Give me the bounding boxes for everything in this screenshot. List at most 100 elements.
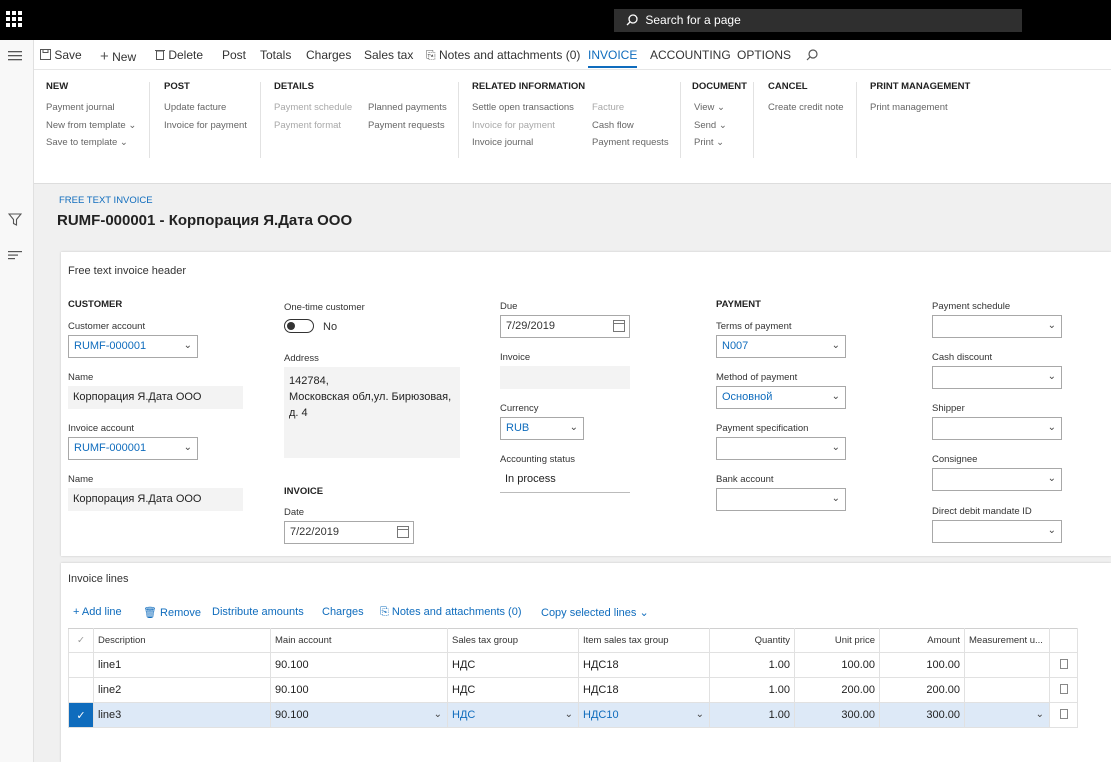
measurement-unit-cell[interactable]: ⌄ xyxy=(964,702,1050,728)
bank-account-field[interactable]: ⌄ xyxy=(716,488,846,511)
amount-cell[interactable]: 200.00 xyxy=(879,677,965,703)
search-box[interactable]: Search for a page xyxy=(614,9,1022,32)
column-header-description[interactable]: Description xyxy=(93,628,271,653)
document-icon[interactable] xyxy=(1049,677,1078,703)
payment-requests-item[interactable]: Payment requests xyxy=(368,120,445,131)
amount-cell[interactable]: 100.00 xyxy=(879,652,965,678)
direct-debit-mandate-field[interactable]: ⌄ xyxy=(932,520,1062,543)
chevron-down-icon[interactable]: ⌄ xyxy=(1036,709,1044,720)
sales-tax-button[interactable]: Sales tax xyxy=(364,48,413,62)
facture-item[interactable]: Facture xyxy=(592,102,624,113)
delete-button[interactable]: Delete xyxy=(155,48,203,62)
column-header-quantity[interactable]: Quantity xyxy=(709,628,795,653)
column-header-main-account[interactable]: Main account xyxy=(270,628,448,653)
update-facture-item[interactable]: Update facture xyxy=(164,102,226,113)
payment-format-item[interactable]: Payment format xyxy=(274,120,341,131)
payment-journal-item[interactable]: Payment journal xyxy=(46,102,115,113)
chevron-down-icon[interactable]: ⌄ xyxy=(184,340,192,351)
lines-card-title[interactable]: Invoice lines xyxy=(68,573,129,585)
charges-button[interactable]: Charges xyxy=(322,606,364,618)
print-dropdown[interactable]: Print ⌄ xyxy=(694,137,724,148)
add-line-button[interactable]: + Add line xyxy=(73,606,122,618)
amount-cell[interactable]: 300.00 xyxy=(879,702,965,728)
chevron-down-icon[interactable]: ⌄ xyxy=(565,709,573,720)
payment-schedule-field[interactable]: ⌄ xyxy=(932,315,1062,338)
chevron-down-icon[interactable]: ⌄ xyxy=(1048,473,1056,484)
tab-invoice[interactable]: INVOICE xyxy=(588,48,638,68)
quantity-cell[interactable]: 1.00 xyxy=(709,677,795,703)
settle-open-transactions-item[interactable]: Settle open transactions xyxy=(472,102,574,113)
new-from-template-item[interactable]: New from template ⌄ xyxy=(46,120,136,131)
invoice-for-payment-related-item[interactable]: Invoice for payment xyxy=(472,120,555,131)
main-account-cell[interactable]: 90.100 xyxy=(270,652,448,678)
charges-button[interactable]: Charges xyxy=(306,48,351,62)
table-row[interactable]: line1 90.100 НДС НДС18 1.00 100.00 100.0… xyxy=(68,652,1078,678)
copy-selected-lines-dropdown[interactable]: Copy selected lines ⌄ xyxy=(541,606,649,619)
chevron-down-icon[interactable]: ⌄ xyxy=(1048,422,1056,433)
payment-schedule-item[interactable]: Payment schedule xyxy=(274,102,352,113)
post-button[interactable]: Post xyxy=(222,48,246,62)
select-all-checkbox[interactable]: ✓ xyxy=(68,628,94,653)
hamburger-menu-icon[interactable] xyxy=(8,50,22,62)
payment-specification-field[interactable]: ⌄ xyxy=(716,437,846,460)
row-select-checkbox[interactable] xyxy=(68,677,94,703)
view-dropdown[interactable]: View ⌄ xyxy=(694,102,725,113)
column-header-item-sales-tax-group[interactable]: Item sales tax group xyxy=(578,628,710,653)
column-header-amount[interactable]: Amount xyxy=(879,628,965,653)
document-icon[interactable] xyxy=(1049,652,1078,678)
calendar-icon[interactable] xyxy=(397,526,409,538)
header-card-title[interactable]: Free text invoice header xyxy=(68,265,186,277)
chevron-down-icon[interactable]: ⌄ xyxy=(1048,525,1056,536)
description-cell[interactable]: line2 xyxy=(93,677,271,703)
planned-payments-item[interactable]: Planned payments xyxy=(368,102,447,113)
column-header-measurement-unit[interactable]: Measurement u... xyxy=(964,628,1050,653)
column-header-unit-price[interactable]: Unit price xyxy=(794,628,880,653)
notes-attachments-button[interactable]: ⎘ Notes and attachments (0) xyxy=(426,48,580,63)
remove-button[interactable]: 🗑︎ Remove xyxy=(143,606,201,619)
main-account-cell[interactable]: 90.100 ⌄ xyxy=(270,702,448,728)
item-sales-tax-group-cell[interactable]: НДС18 xyxy=(578,677,710,703)
description-cell[interactable]: line1 xyxy=(93,652,271,678)
save-button[interactable]: Save xyxy=(40,48,82,62)
save-to-template-item[interactable]: Save to template ⌄ xyxy=(46,137,128,148)
main-account-cell[interactable]: 90.100 xyxy=(270,677,448,703)
description-cell[interactable]: line3 xyxy=(93,702,271,728)
measurement-unit-cell[interactable] xyxy=(964,677,1050,703)
method-of-payment-field[interactable]: Основной ⌄ xyxy=(716,386,846,409)
chevron-down-icon[interactable]: ⌄ xyxy=(1048,320,1056,331)
lines-notes-attachments-button[interactable]: ⎘ Notes and attachments (0) xyxy=(380,606,522,619)
sales-tax-group-cell[interactable]: НДС xyxy=(447,652,579,678)
totals-button[interactable]: Totals xyxy=(260,48,291,62)
chevron-down-icon[interactable]: ⌄ xyxy=(696,709,704,720)
related-info-icon[interactable] xyxy=(8,250,22,260)
chevron-down-icon[interactable]: ⌄ xyxy=(434,709,442,720)
shipper-field[interactable]: ⌄ xyxy=(932,417,1062,440)
distribute-amounts-button[interactable]: Distribute amounts xyxy=(212,606,304,618)
tab-options[interactable]: OPTIONS xyxy=(737,48,791,62)
customer-account-field[interactable]: RUMF-000001 ⌄ xyxy=(68,335,198,358)
filter-icon[interactable] xyxy=(8,213,22,226)
table-row-selected[interactable]: ✓ line3 90.100 ⌄ НДС ⌄ НДС10 ⌄ 1.00 300.00 … xyxy=(68,702,1078,728)
chevron-down-icon[interactable]: ⌄ xyxy=(184,442,192,453)
chevron-down-icon[interactable]: ⌄ xyxy=(1048,371,1056,382)
invoice-for-payment-item[interactable]: Invoice for payment xyxy=(164,120,247,131)
unit-price-cell[interactable]: 200.00 xyxy=(794,677,880,703)
payment-requests-related-item[interactable]: Payment requests xyxy=(592,137,669,148)
app-launcher-icon[interactable] xyxy=(6,11,22,27)
consignee-field[interactable]: ⌄ xyxy=(932,468,1062,491)
item-sales-tax-group-cell[interactable]: НДС10 ⌄ xyxy=(578,702,710,728)
chevron-down-icon[interactable]: ⌄ xyxy=(832,493,840,504)
one-time-customer-toggle[interactable] xyxy=(284,319,314,333)
measurement-unit-cell[interactable] xyxy=(964,652,1050,678)
quantity-cell[interactable]: 1.00 xyxy=(709,652,795,678)
quantity-cell[interactable]: 1.00 xyxy=(709,702,795,728)
cash-discount-field[interactable]: ⌄ xyxy=(932,366,1062,389)
due-date-field[interactable]: 7/29/2019 xyxy=(500,315,630,338)
sales-tax-group-cell[interactable]: НДС xyxy=(447,677,579,703)
unit-price-cell[interactable]: 300.00 xyxy=(794,702,880,728)
document-icon[interactable] xyxy=(1049,702,1078,728)
cash-flow-item[interactable]: Cash flow xyxy=(592,120,634,131)
print-management-item[interactable]: Print management xyxy=(870,102,948,113)
search-icon[interactable] xyxy=(806,49,818,61)
terms-of-payment-field[interactable]: N007 ⌄ xyxy=(716,335,846,358)
